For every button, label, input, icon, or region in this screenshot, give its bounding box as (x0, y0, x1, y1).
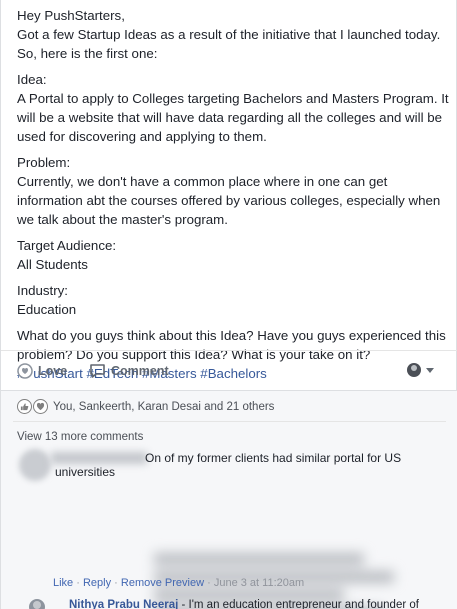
comment-text: On of my former clients had similar port… (55, 451, 435, 479)
avatar (407, 363, 421, 377)
comment-meta: Like · Reply · Remove Preview · June 3 a… (53, 577, 305, 589)
idea-text-3: used for discovering and applying to the… (17, 129, 267, 144)
comment-text-line-1: On of my former clients had similar port… (145, 451, 402, 465)
comment-author[interactable]: Nithya Prabu Neeraj (69, 599, 178, 609)
post-card: Hey PushStarters, Got a few Startup Idea… (0, 0, 457, 609)
avatar[interactable] (19, 449, 51, 481)
industry-text: Education (17, 302, 77, 317)
comment-author-redacted[interactable] (51, 452, 147, 464)
question-text-1: What do you guys think about this Idea? … (17, 328, 446, 343)
remove-preview-link[interactable]: Remove Preview (121, 577, 204, 589)
comment-text-line-2: universities (55, 465, 116, 479)
comment-reply-link[interactable]: Reply (83, 577, 111, 589)
comment-label: Comment (111, 364, 169, 378)
comment-bubble-icon (90, 364, 105, 378)
divider (13, 421, 446, 422)
love-label: Love (38, 364, 68, 378)
reactions-names[interactable]: You, Sankeerth, Karan Desai and 21 other… (53, 401, 274, 413)
reactions-summary[interactable]: You, Sankeerth, Karan Desai and 21 other… (17, 399, 274, 414)
chevron-down-icon (426, 367, 434, 373)
post-intro: Got a few Startup Ideas as a result of t… (17, 27, 441, 42)
avatar[interactable] (29, 599, 45, 609)
comment-like-link[interactable]: Like (53, 577, 73, 589)
post-intro-2: So, here is the first one: (17, 46, 158, 61)
comments-section: You, Sankeerth, Karan Desai and 21 other… (1, 390, 457, 609)
comment-body: - I'm an education entrepreneur and foun… (178, 599, 419, 609)
idea-text-1: A Portal to apply to Colleges targeting … (17, 91, 449, 106)
industry-heading: Industry: (17, 283, 68, 298)
audience-heading: Target Audience: (17, 238, 117, 253)
comment-timestamp[interactable]: June 3 at 11:20am (214, 577, 304, 589)
love-reaction-small-icon (33, 399, 48, 414)
post-text: Hey PushStarters, Got a few Startup Idea… (17, 6, 449, 383)
like-reaction-icon (17, 399, 32, 414)
idea-text-2: will be a website that will have data re… (17, 110, 443, 125)
audience-selector[interactable] (407, 363, 434, 377)
problem-text-1: Currently, we don't have a common place … (17, 174, 388, 189)
problem-text-2: information abt the courses offered by v… (17, 193, 441, 208)
view-more-comments-link[interactable]: View 13 more comments (17, 431, 143, 443)
love-button[interactable]: Love (17, 362, 67, 380)
comment-button[interactable]: Comment (89, 362, 169, 380)
post-greeting: Hey PushStarters, (17, 8, 125, 23)
comment-text: Nithya Prabu Neeraj - I'm an education e… (69, 599, 419, 609)
audience-text: All Students (17, 257, 88, 272)
problem-heading: Problem: (17, 155, 71, 170)
action-bar: Love Comment (1, 350, 457, 390)
love-reaction-icon (17, 363, 33, 379)
problem-text-3: we talk about the master's program. (17, 212, 228, 227)
idea-heading: Idea: (17, 72, 47, 87)
